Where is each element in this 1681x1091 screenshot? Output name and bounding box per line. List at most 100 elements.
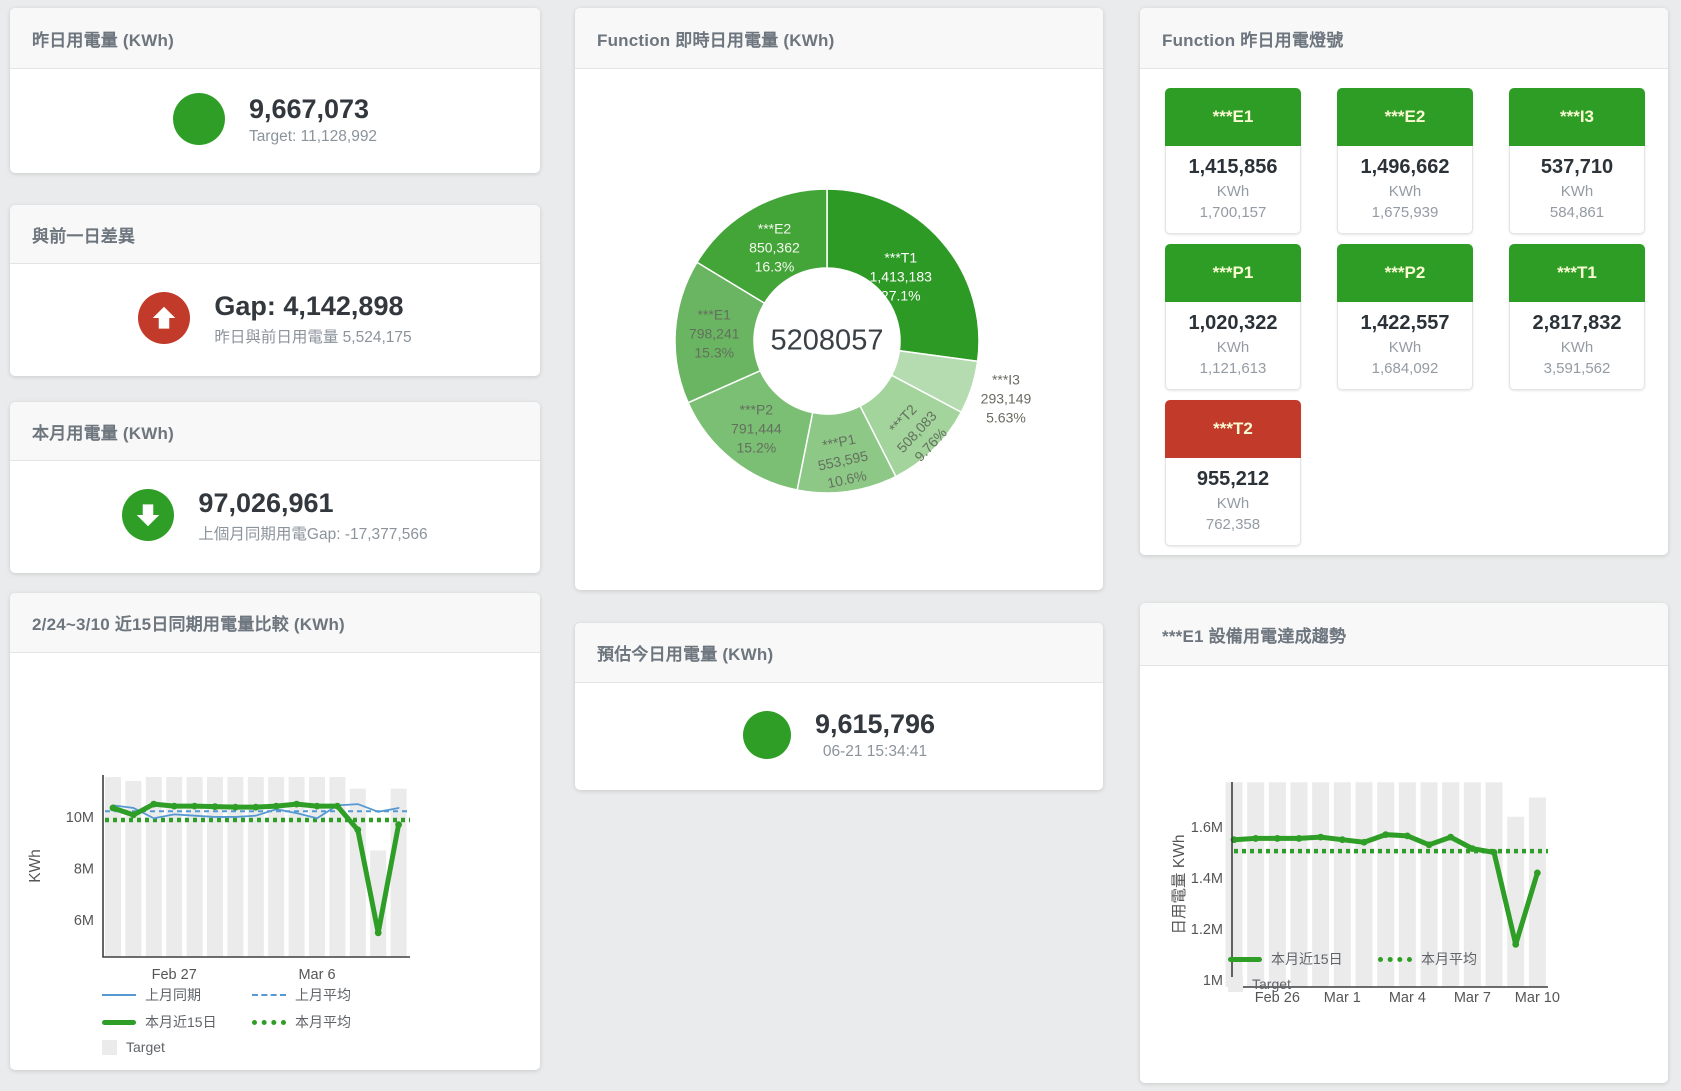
card-month-usage: 本月用電量 (KWh) 97,026,961 上個月同期用電Gap: -17,3… <box>10 402 540 573</box>
series-point[interactable] <box>171 803 178 810</box>
series-point[interactable] <box>1361 839 1368 846</box>
card-compare-chart: 2/24~3/10 近15日同期用電量比較 (KWh) 6M8M10MFeb 2… <box>10 593 540 1070</box>
donut-chart-canvas[interactable]: ***T11,413,18327.1%***I3293,1495.63%***T… <box>575 69 1103 590</box>
card-day-gap: 與前一日差異 Gap: 4,142,898 昨日與前日用電量 5,524,175 <box>10 205 540 376</box>
arrow-up-icon <box>138 292 190 344</box>
green-dot-swatch-icon <box>252 1020 286 1025</box>
yesterday-usage-target: Target: 11,128,992 <box>249 128 377 146</box>
series-point[interactable] <box>1426 841 1433 848</box>
tile-value: 955,212 <box>1168 468 1298 491</box>
series-point[interactable] <box>1382 831 1389 838</box>
arrow-down-icon <box>122 489 174 541</box>
y-axis-label: 日用電量 KWh <box>1171 835 1188 935</box>
series-point[interactable] <box>395 821 402 828</box>
card-yesterday-usage: 昨日用電量 (KWh) 9,667,073 Target: 11,128,992 <box>10 8 540 173</box>
light-tile-T1: ***T12,817,832KWh3,591,562 <box>1509 244 1645 390</box>
series-point[interactable] <box>1447 834 1454 841</box>
compare-chart-canvas[interactable]: 6M8M10MFeb 27Mar 6KWh <box>10 653 540 988</box>
yesterday-usage-value: 9,667,073 <box>249 93 377 125</box>
card-header: ***E1 設備用電達成趨勢 <box>1140 603 1668 666</box>
donut-slice-T1[interactable] <box>827 189 979 361</box>
tile-status-header: ***T2 <box>1165 400 1301 458</box>
series-point[interactable] <box>1339 836 1346 843</box>
target-bar[interactable] <box>350 789 366 957</box>
legend-item-target[interactable]: Target <box>102 1039 252 1055</box>
card-title: 本月用電量 (KWh) <box>32 419 174 444</box>
legend-label: 本月平均 <box>1421 949 1477 969</box>
series-point[interactable] <box>1404 832 1411 839</box>
tile-status-header: ***T1 <box>1509 244 1645 302</box>
tile-value: 2,817,832 <box>1512 312 1642 335</box>
light-tile-E1: ***E11,415,856KWh1,700,157 <box>1165 88 1301 234</box>
target-bar[interactable] <box>391 789 407 957</box>
card-header: 2/24~3/10 近15日同期用電量比較 (KWh) <box>10 593 540 653</box>
card-e1-trend-chart: ***E1 設備用電達成趨勢 1M1.2M1.4M1.6MFeb 26Mar 1… <box>1140 603 1668 1083</box>
card-header: 預估今日用電量 (KWh) <box>575 623 1103 683</box>
card-header: 與前一日差異 <box>10 205 540 264</box>
series-point[interactable] <box>150 801 157 808</box>
series-point[interactable] <box>1274 835 1281 842</box>
series-point[interactable] <box>314 803 321 810</box>
series-point[interactable] <box>1491 849 1498 856</box>
tile-status-header: ***I3 <box>1509 88 1645 146</box>
x-tick-label: Mar 6 <box>298 967 335 983</box>
tile-unit: KWh <box>1340 339 1470 356</box>
status-circle-icon <box>173 93 225 145</box>
card-header: 本月用電量 (KWh) <box>10 402 540 461</box>
y-tick-label: 1.2M <box>1191 922 1223 938</box>
tile-status-header: ***E1 <box>1165 88 1301 146</box>
green-dot-swatch-icon <box>1378 957 1412 962</box>
series-point[interactable] <box>1317 834 1324 841</box>
series-point[interactable] <box>334 803 341 810</box>
series-point[interactable] <box>130 812 137 819</box>
legend-item-last-month-average[interactable]: 上月平均 <box>252 985 402 1005</box>
month-usage-value: 97,026,961 <box>198 487 427 519</box>
series-point[interactable] <box>375 929 382 936</box>
y-tick-label: 6M <box>74 913 94 929</box>
legend-item-this-month-15days[interactable]: 本月近15日 <box>102 1012 252 1032</box>
legend-item-this-month-average[interactable]: 本月平均 <box>252 1012 402 1032</box>
tile-target-value: 1,700,157 <box>1168 204 1298 221</box>
card-title: Function 即時日用電量 (KWh) <box>597 26 834 51</box>
card-function-realtime-donut: Function 即時日用電量 (KWh) ***T11,413,18327.1… <box>575 8 1103 590</box>
series-point[interactable] <box>1512 941 1519 948</box>
series-point[interactable] <box>191 803 198 810</box>
series-point[interactable] <box>212 803 219 810</box>
card-header: 昨日用電量 (KWh) <box>10 8 540 69</box>
tile-unit: KWh <box>1168 183 1298 200</box>
series-point[interactable] <box>110 805 117 812</box>
x-tick-label: Feb 27 <box>152 967 197 983</box>
legend-item-last-month-same-period[interactable]: 上月同期 <box>102 985 252 1005</box>
tile-target-value: 1,684,092 <box>1340 360 1470 377</box>
blue-dash-swatch-icon <box>252 994 286 996</box>
series-point[interactable] <box>1469 845 1476 852</box>
series-point[interactable] <box>273 803 280 810</box>
series-point[interactable] <box>354 826 361 833</box>
tile-target-value: 584,861 <box>1512 204 1642 221</box>
tile-unit: KWh <box>1168 339 1298 356</box>
light-tile-I3: ***I3537,710KWh584,861 <box>1509 88 1645 234</box>
card-estimate-today: 預估今日用電量 (KWh) 9,615,796 06-21 15:34:41 <box>575 623 1103 790</box>
legend-label: 上月平均 <box>295 985 351 1005</box>
legend-item-target[interactable]: Target <box>1228 976 1378 992</box>
series-point[interactable] <box>293 801 300 808</box>
series-point[interactable] <box>1252 835 1259 842</box>
target-bar[interactable] <box>105 777 121 957</box>
series-point[interactable] <box>252 804 259 811</box>
legend-item-this-month-average[interactable]: 本月平均 <box>1378 949 1528 969</box>
legend-item-this-month-15days[interactable]: 本月近15日 <box>1228 949 1378 969</box>
tile-status-header: ***P2 <box>1337 244 1473 302</box>
tile-target-value: 3,591,562 <box>1512 360 1642 377</box>
series-point[interactable] <box>232 804 239 811</box>
y-tick-label: 1M <box>1203 973 1223 989</box>
light-tile-E2: ***E21,496,662KWh1,675,939 <box>1337 88 1473 234</box>
series-point[interactable] <box>1534 869 1541 876</box>
series-point[interactable] <box>1296 835 1303 842</box>
card-title: Function 昨日用電燈號 <box>1162 26 1343 51</box>
legend-label: Target <box>126 1039 165 1055</box>
estimate-timestamp: 06-21 15:34:41 <box>815 743 935 761</box>
tile-value: 1,422,557 <box>1340 312 1470 335</box>
light-tile-P2: ***P2 1,422,557 KWh 1,684,092 <box>1337 244 1473 390</box>
tile-value: 537,710 <box>1512 156 1642 179</box>
light-tile-P1: ***P11,020,322KWh1,121,613 <box>1165 244 1301 390</box>
